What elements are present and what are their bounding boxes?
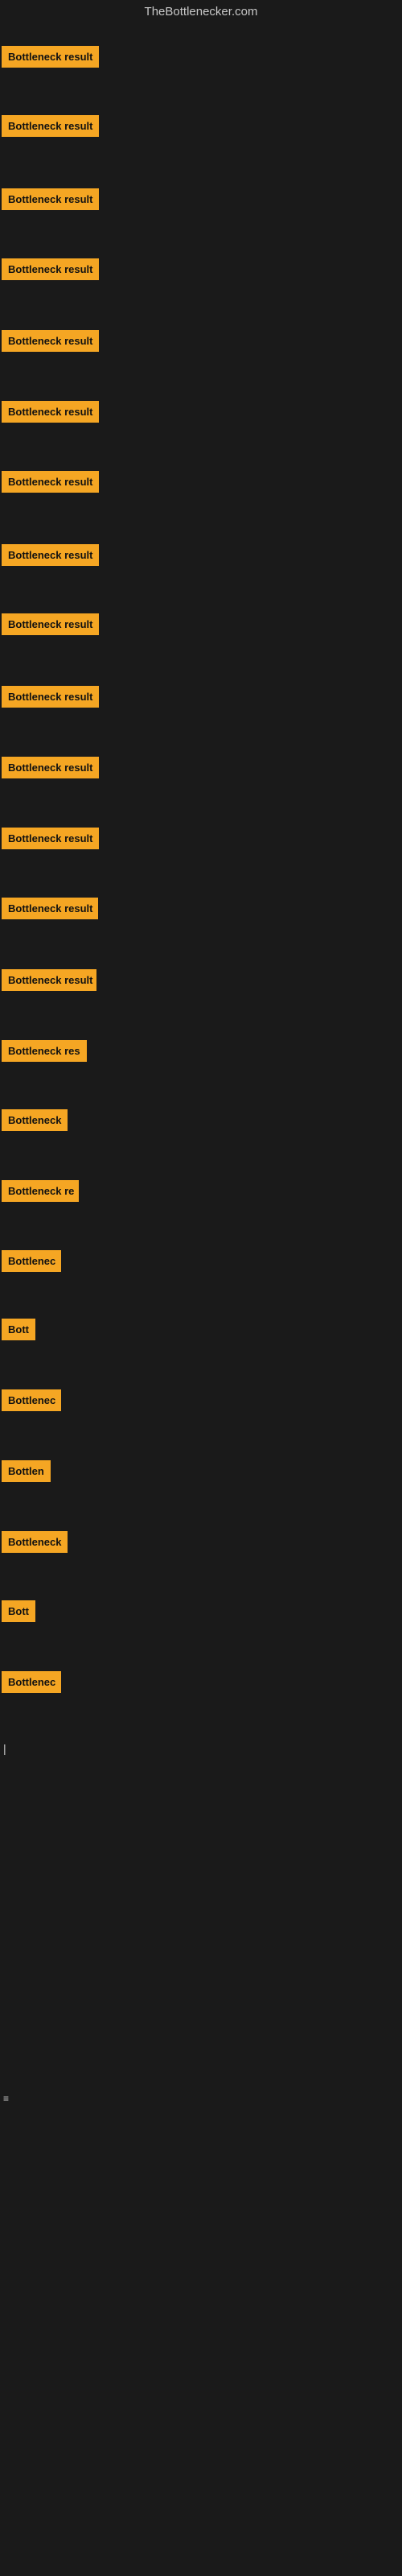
bottleneck-row-15[interactable]: Bottleneck res (2, 1040, 87, 1066)
bottleneck-badge-4[interactable]: Bottleneck result (2, 258, 99, 280)
bottleneck-row-8[interactable]: Bottleneck result (2, 544, 99, 570)
bottleneck-row-1[interactable]: Bottleneck result (2, 46, 99, 72)
site-title: TheBottlenecker.com (0, 0, 402, 27)
bottleneck-badge-15[interactable]: Bottleneck res (2, 1040, 87, 1062)
bottleneck-badge-16[interactable]: Bottleneck (2, 1109, 68, 1131)
bottleneck-badge-5[interactable]: Bottleneck result (2, 330, 99, 352)
bottleneck-badge-17[interactable]: Bottleneck re (2, 1180, 79, 1202)
extra-marker: ≡ (3, 2093, 9, 2104)
bottleneck-row-4[interactable]: Bottleneck result (2, 258, 99, 284)
bottleneck-badge-22[interactable]: Bottleneck (2, 1531, 68, 1553)
bottleneck-badge-14[interactable]: Bottleneck result (2, 969, 96, 991)
bottleneck-badge-8[interactable]: Bottleneck result (2, 544, 99, 566)
bottleneck-badge-20[interactable]: Bottlenec (2, 1389, 61, 1411)
bottleneck-row-12[interactable]: Bottleneck result (2, 828, 99, 853)
bottleneck-row-13[interactable]: Bottleneck result (2, 898, 98, 923)
bottleneck-badge-1[interactable]: Bottleneck result (2, 46, 99, 68)
site-title-text: TheBottlenecker.com (145, 5, 258, 19)
bottleneck-row-23[interactable]: Bott (2, 1600, 35, 1626)
bottleneck-badge-12[interactable]: Bottleneck result (2, 828, 99, 849)
bottleneck-row-14[interactable]: Bottleneck result (2, 969, 96, 995)
bottleneck-badge-11[interactable]: Bottleneck result (2, 757, 99, 778)
bottleneck-badge-3[interactable]: Bottleneck result (2, 188, 99, 210)
bottleneck-row-24[interactable]: Bottlenec (2, 1671, 61, 1697)
bottleneck-row-7[interactable]: Bottleneck result (2, 471, 99, 497)
bottleneck-row-5[interactable]: Bottleneck result (2, 330, 99, 356)
bottleneck-row-6[interactable]: Bottleneck result (2, 401, 99, 427)
bottleneck-row-17[interactable]: Bottleneck re (2, 1180, 79, 1206)
cursor-marker: | (3, 1742, 6, 1755)
bottleneck-row-3[interactable]: Bottleneck result (2, 188, 99, 214)
bottleneck-badge-24[interactable]: Bottlenec (2, 1671, 61, 1693)
bottleneck-badge-7[interactable]: Bottleneck result (2, 471, 99, 493)
bottleneck-row-2[interactable]: Bottleneck result (2, 115, 99, 141)
bottleneck-row-9[interactable]: Bottleneck result (2, 613, 99, 639)
bottleneck-row-20[interactable]: Bottlenec (2, 1389, 61, 1415)
page-wrapper: TheBottlenecker.com Bottleneck result Bot… (0, 0, 402, 2576)
bottleneck-row-22[interactable]: Bottleneck (2, 1531, 68, 1557)
bottleneck-badge-6[interactable]: Bottleneck result (2, 401, 99, 423)
bottleneck-row-21[interactable]: Bottlen (2, 1460, 51, 1486)
bottleneck-badge-2[interactable]: Bottleneck result (2, 115, 99, 137)
bottleneck-badge-13[interactable]: Bottleneck result (2, 898, 98, 919)
bottleneck-row-16[interactable]: Bottleneck (2, 1109, 68, 1135)
bottleneck-badge-10[interactable]: Bottleneck result (2, 686, 99, 708)
bottleneck-badge-21[interactable]: Bottlen (2, 1460, 51, 1482)
bottleneck-badge-23[interactable]: Bott (2, 1600, 35, 1622)
bottleneck-row-18[interactable]: Bottlenec (2, 1250, 61, 1276)
bottleneck-row-19[interactable]: Bott (2, 1319, 35, 1344)
bottleneck-row-11[interactable]: Bottleneck result (2, 757, 99, 782)
bottleneck-badge-9[interactable]: Bottleneck result (2, 613, 99, 635)
bottleneck-row-10[interactable]: Bottleneck result (2, 686, 99, 712)
bottleneck-badge-18[interactable]: Bottlenec (2, 1250, 61, 1272)
bottleneck-badge-19[interactable]: Bott (2, 1319, 35, 1340)
